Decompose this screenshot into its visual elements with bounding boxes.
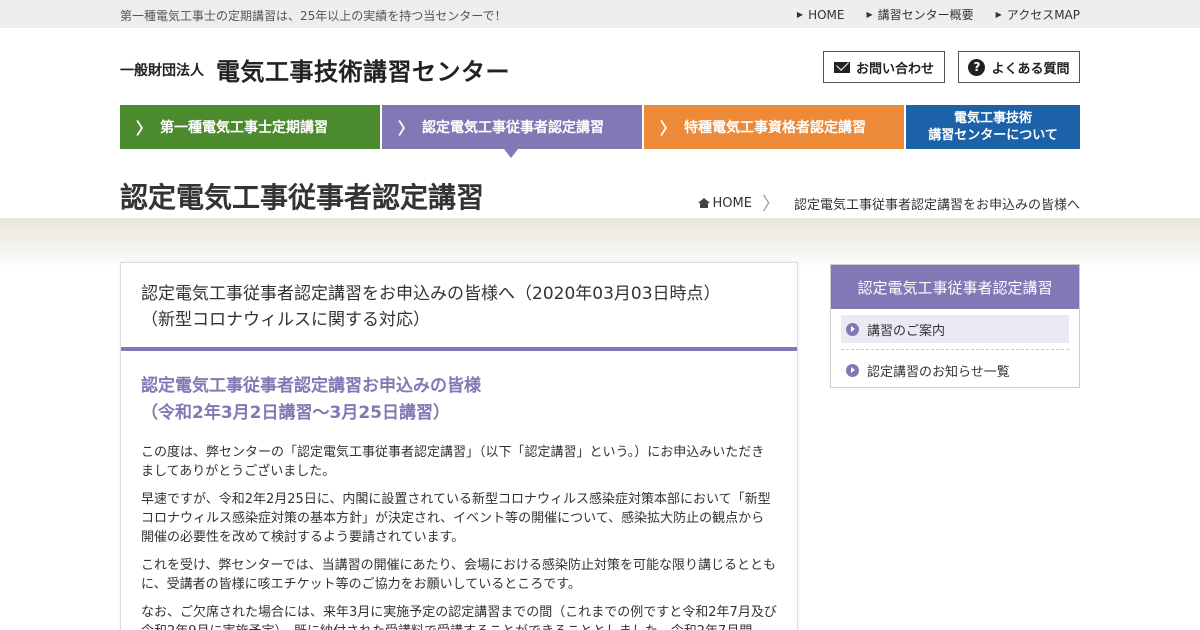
triangle-right-icon: ▶ [995,10,1002,19]
home-icon [697,198,710,208]
sidebar-item-notices[interactable]: 認定講習のお知らせ一覧 [841,356,1069,384]
contact-button[interactable]: お問い合わせ [823,51,945,83]
faq-button[interactable]: ? よくある質問 [958,51,1080,83]
breadcrumb: HOME 〉 認定電気工事従事者認定講習をお申込みの皆様へ [697,190,1080,216]
nav-item-about-center[interactable]: 電気工事技術 講習センターについて [906,105,1080,149]
article-paragraph: これを受け、弊センターでは、当講習の開催にあたり、会場における感染防止対策を可能… [141,558,777,592]
breadcrumb-separator: 〉 [761,194,780,215]
main-nav: 〉 第一種電気工事士定期講習 〉 認定電気工事従事者認定講習 〉 特種電気工事資… [120,105,1080,149]
circle-arrow-icon [846,363,859,377]
chevron-right-icon: 〉 [660,119,677,138]
sidebar-title: 認定電気工事従事者認定講習 [831,265,1079,309]
chevron-right-icon: 〉 [136,119,153,138]
article-paragraph: この度は、弊センターの「認定電気工事従事者認定講習」（以下「認定講習」という。）… [141,445,765,479]
sidebar: 認定電気工事従事者認定講習 講習のご案内 認定講習のお知らせ一覧 [830,264,1080,388]
triangle-right-icon: ▶ [866,10,873,19]
sidebar-item-course-guide[interactable]: 講習のご案内 [841,315,1069,343]
site-logo[interactable]: 電気工事技術講習センター [216,52,510,87]
article-subheading: 認定電気工事従事者認定講習お申込みの皆様 （令和2年3月2日講習～3月25日講習… [141,376,481,423]
nav-item-certified-worker-course[interactable]: 〉 認定電気工事従事者認定講習 [382,105,642,149]
article-body: 認定電気工事従事者認定講習お申込みの皆様 （令和2年3月2日講習～3月25日講習… [121,351,797,630]
breadcrumb-current: 認定電気工事従事者認定講習をお申込みの皆様へ [793,197,1080,213]
circle-arrow-icon [846,322,859,336]
article-title: 認定電気工事従事者認定講習をお申込みの皆様へ（2020年03月03日時点） （新… [121,263,797,351]
active-nav-pointer [504,149,518,158]
top-link-home[interactable]: ▶ HOME [797,6,845,23]
breadcrumb-home[interactable]: HOME [713,196,752,211]
article-paragraph: なお、ご欠席された場合には、来年3月に実施予定の認定講習までの間（これまでの例で… [141,605,777,630]
mail-icon [833,61,850,73]
org-prefix: 一般財団法人 [120,63,204,79]
article-card: 認定電気工事従事者認定講習をお申込みの皆様へ（2020年03月03日時点） （新… [120,262,798,630]
top-links: ▶ HOME ▶ 講習センター概要 ▶ アクセスMAP [797,6,1080,23]
top-link-overview[interactable]: ▶ 講習センター概要 [866,6,973,23]
nav-item-periodic-course[interactable]: 〉 第一種電気工事士定期講習 [120,105,380,149]
triangle-right-icon: ▶ [796,10,804,19]
chevron-right-icon: 〉 [398,119,415,138]
question-icon: ? [968,58,986,76]
page-title: 認定電気工事従事者認定講習 [120,181,485,214]
nav-item-special-qualification-course[interactable]: 〉 特種電気工事資格者認定講習 [644,105,904,149]
tagline: 第一種電気工事士の定期講習は、25年以上の実績を持つ当センターで！ [120,9,507,23]
top-bar: 第一種電気工事士の定期講習は、25年以上の実績を持つ当センターで！ ▶ HOME … [0,0,1200,28]
article-paragraph: 早速ですが、令和2年2月25日に、内閣に設置されている新型コロナウィルス感染症対… [141,492,771,545]
sidebar-divider [841,349,1069,350]
top-link-access-map[interactable]: ▶ アクセスMAP [996,6,1080,23]
